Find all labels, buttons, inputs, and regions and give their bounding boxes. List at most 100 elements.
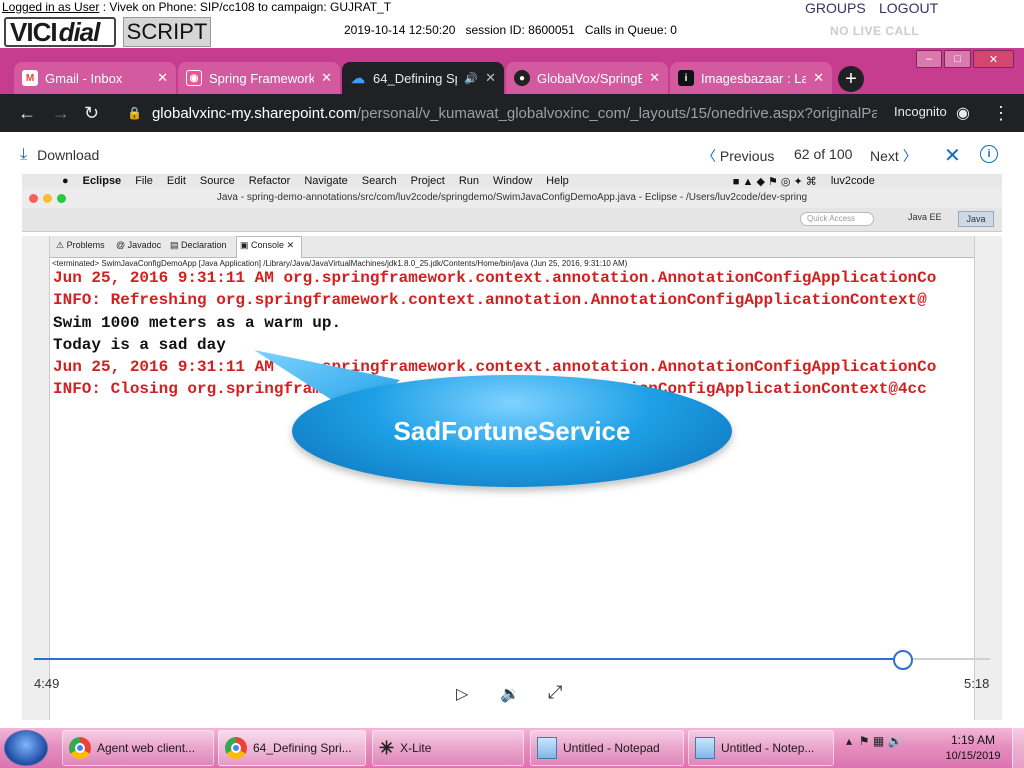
perspective-java: Java xyxy=(958,211,994,227)
eclipse-right-gutter xyxy=(974,236,1002,720)
console-terminated-line: <terminated> SwimJavaConfigDemoApp [Java… xyxy=(52,259,628,268)
tab-onedrive-video[interactable]: ☁ 64_Defining Sp 🔊 ✕ xyxy=(342,62,504,94)
console-line: Today is a sad day xyxy=(53,336,226,354)
menu-item: Edit xyxy=(166,175,186,187)
incognito-label: Incognito xyxy=(894,104,947,119)
logout-link[interactable]: LOGOUT xyxy=(879,0,938,16)
download-icon: ⤓ xyxy=(20,146,28,163)
github-icon: ● xyxy=(514,70,530,86)
imagesbazaar-icon: i xyxy=(678,70,694,86)
download-button[interactable]: ⤓ Download xyxy=(20,146,99,164)
perspective-java-ee: Java EE xyxy=(908,212,942,222)
menu-item: Source xyxy=(199,175,235,187)
clock-date[interactable]: 10/15/2019 xyxy=(940,750,1006,762)
tab-gmail[interactable]: M Gmail - Inbox ✕ xyxy=(14,62,176,94)
taskbar-item-notepad[interactable]: Untitled - Notepad xyxy=(530,730,684,766)
viewer-close-icon[interactable]: ✕ xyxy=(944,143,961,168)
tab-imagesbazaar[interactable]: i Imagesbazaar : Lar ✕ xyxy=(670,62,832,94)
status-icons: ■ ▲ ◆ ⚑ ◎ ✦ ⌘ xyxy=(732,175,817,188)
console-icon: ▣ xyxy=(240,240,249,250)
declaration-tab: ▤ Declaration xyxy=(170,240,227,250)
fullscreen-icon[interactable]: ⤢ xyxy=(548,682,562,703)
play-icon[interactable]: ▷ xyxy=(456,684,468,704)
total-time: 5:18 xyxy=(964,676,990,691)
flag-icon: ⚑ xyxy=(858,734,870,748)
menu-item: Navigate xyxy=(304,175,348,187)
back-arrow-icon[interactable]: ← xyxy=(18,103,36,124)
start-button[interactable] xyxy=(4,730,48,766)
gmail-icon: M xyxy=(22,70,38,86)
menu-item: Help xyxy=(546,175,569,187)
quick-access-field: Quick Access xyxy=(800,212,874,226)
tab-close-icon[interactable]: ✕ xyxy=(321,70,332,86)
address-bar[interactable]: 🔒 globalvxinc-my.sharepoint.com/personal… xyxy=(117,99,877,127)
show-desktop-button[interactable] xyxy=(1012,728,1024,768)
volume-icon[interactable]: 🔉 xyxy=(500,684,520,704)
menu-item: Refactor xyxy=(248,175,291,187)
spring-icon: ◉ xyxy=(186,70,202,86)
apple-icon: ● xyxy=(62,175,69,187)
taskbar-item-video[interactable]: 64_Defining Spri... xyxy=(218,730,366,766)
logged-in-status: Logged in as User : Vivek on Phone: SIP/… xyxy=(2,0,392,14)
problems-icon: ⚠ xyxy=(56,240,65,250)
tab-strip: M Gmail - Inbox ✕ ◉ Spring Framework ✕ ☁… xyxy=(0,60,1024,94)
taskbar-item-notepad-2[interactable]: Untitled - Notep... xyxy=(688,730,834,766)
console-tab: ▣ Console ✕ xyxy=(240,240,295,250)
tab-close-icon[interactable]: ✕ xyxy=(649,70,660,86)
mac-menu-bar: ● Eclipse File Edit Source Refactor Navi… xyxy=(22,174,1002,188)
tab-close-icon[interactable]: ✕ xyxy=(485,70,496,86)
lock-icon[interactable]: 🔒 xyxy=(127,106,142,120)
chevron-right-icon: 〉 xyxy=(902,148,917,164)
console-line: INFO: Refreshing org.springframework.con… xyxy=(53,291,927,309)
clock-time[interactable]: 1:19 AM xyxy=(948,733,998,747)
current-time: 4:49 xyxy=(34,676,60,691)
network-icon: ▦ xyxy=(872,734,885,748)
taskbar-item-agent[interactable]: Agent web client... xyxy=(62,730,214,766)
forward-arrow-icon[interactable]: → xyxy=(52,103,70,124)
chrome-icon xyxy=(225,737,247,759)
mac-close-dot xyxy=(29,194,38,203)
next-button[interactable]: Next 〉 xyxy=(870,146,917,166)
no-live-call-status: NO LIVE CALL xyxy=(830,24,920,38)
console-line: Jun 25, 2016 9:31:11 AM org.springframew… xyxy=(53,358,937,376)
menu-item: Run xyxy=(458,175,480,187)
chevron-left-icon: 〈 xyxy=(702,148,716,164)
mac-minimize-dot xyxy=(43,194,52,203)
vicidial-logo: VICI dial xyxy=(4,17,116,47)
logged-in-link[interactable]: Logged in as User xyxy=(2,0,99,14)
problems-tab: ⚠ Problems xyxy=(56,240,105,250)
eclipse-left-gutter xyxy=(22,236,50,720)
eclipse-title-bar: Java - spring-demo-annotations/src/com/l… xyxy=(22,188,1002,208)
menu-dots-icon[interactable]: ⋮ xyxy=(992,103,1010,124)
callout-bubble: SadFortuneService xyxy=(292,375,732,487)
tab-spring[interactable]: ◉ Spring Framework ✕ xyxy=(178,62,340,94)
tab-github[interactable]: ● GlobalVox/SpringB ✕ xyxy=(506,62,668,94)
menu-item: Project xyxy=(410,175,445,187)
tab-close-icon[interactable]: ✕ xyxy=(813,70,824,86)
menu-item: Search xyxy=(361,175,397,187)
declaration-icon: ▤ xyxy=(170,240,179,250)
groups-link[interactable]: GROUPS xyxy=(805,0,866,16)
mac-user: luv2code xyxy=(830,175,875,187)
notepad-icon xyxy=(695,737,715,759)
menu-item: File xyxy=(135,175,153,187)
script-tab-button[interactable]: SCRIPT xyxy=(123,17,211,47)
tab-close-icon[interactable]: ✕ xyxy=(157,70,168,86)
taskbar-item-xlite[interactable]: ✳ X-Lite xyxy=(372,730,524,766)
javadoc-tab: @ Javadoc xyxy=(116,240,162,250)
notepad-icon xyxy=(537,737,557,759)
system-tray[interactable]: ▴ ⚑ ▦ 🔊 xyxy=(846,734,902,748)
seek-thumb[interactable] xyxy=(893,650,913,670)
console-line: Swim 1000 meters as a warm up. xyxy=(53,314,342,332)
chrome-icon xyxy=(69,737,91,759)
reload-icon[interactable]: ↻ xyxy=(84,103,99,124)
audio-playing-icon[interactable]: 🔊 xyxy=(464,72,478,85)
menu-item: Eclipse xyxy=(82,175,122,187)
console-line: Jun 25, 2016 9:31:11 AM org.springframew… xyxy=(53,269,937,287)
new-tab-button[interactable]: + xyxy=(838,66,864,92)
info-icon[interactable]: i xyxy=(980,145,998,163)
mac-zoom-dot xyxy=(57,194,66,203)
previous-button[interactable]: 〈 Previous xyxy=(702,146,774,166)
incognito-icon: ◉ xyxy=(956,105,970,122)
page-counter: 62 of 100 xyxy=(794,146,853,162)
